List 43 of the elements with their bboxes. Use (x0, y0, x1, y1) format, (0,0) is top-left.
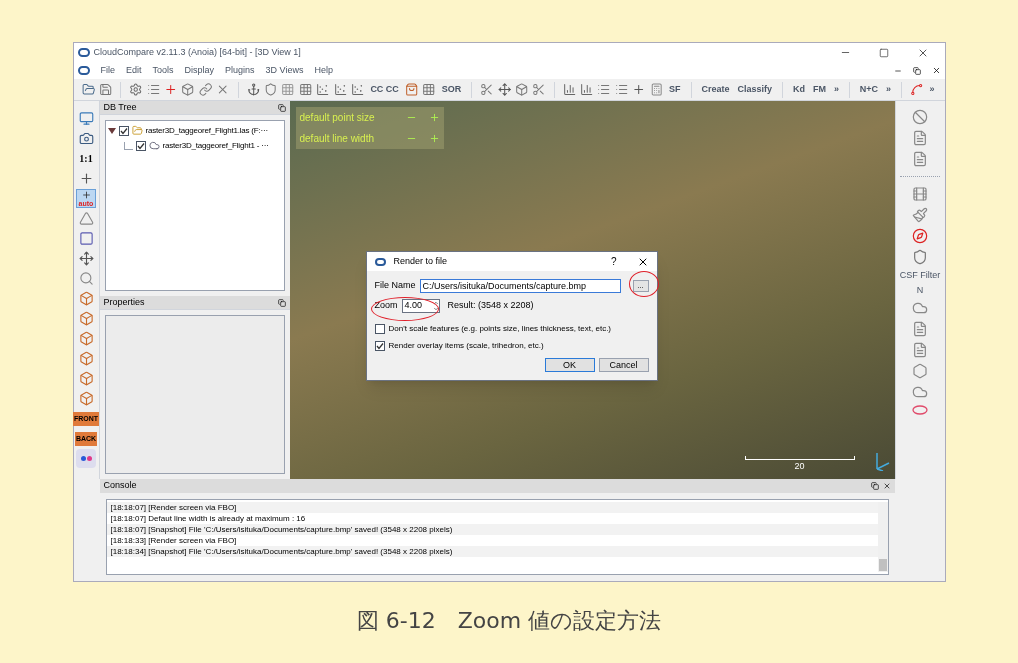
overlay-label: default point size (299, 111, 376, 125)
toolbar-button[interactable]: » (831, 84, 841, 95)
toolbar-button[interactable]: Kd (790, 84, 807, 95)
field-label: Zoom (374, 299, 398, 313)
help-button[interactable]: ? (598, 254, 629, 269)
menu-item[interactable]: Plugins (225, 63, 255, 78)
toolbar-button[interactable]: SF (667, 84, 683, 95)
toolbar-button[interactable]: » (927, 84, 937, 95)
dialog-title: Render to file (393, 254, 449, 268)
toolbar-button[interactable]: SOR (439, 84, 464, 95)
toolbar-button[interactable]: CC CC (368, 84, 401, 95)
tool-button[interactable]: 1:1 (76, 149, 96, 168)
result-text: Result: (3548 x 2208) (447, 299, 534, 313)
toolbar-button[interactable]: Classify (735, 84, 774, 95)
browse-button[interactable]: ... (632, 280, 649, 292)
toolbar-button[interactable]: FM (810, 84, 828, 95)
figure-caption: 図 6-12 Zoom 値の設定方法 (356, 607, 662, 635)
tree-item[interactable]: raster3D_taggeoref_Flight1.las (F:··· (145, 124, 268, 137)
window-title: CloudCompare v2.11.3 (Anoia) [64-bit] - [3D View 1] (93, 45, 302, 59)
checkbox-label: Don't scale features (e.g. points size, lines thickness, text, etc.) (388, 323, 611, 335)
menu-item[interactable]: Display (184, 63, 215, 78)
zoom-spinbox[interactable]: 4.00 (401, 299, 440, 313)
tool-button[interactable]: N (916, 285, 924, 295)
menu-item[interactable]: Help (314, 63, 333, 78)
tree-item[interactable]: raster3D_taggeoref_Flight1 - ··· (162, 139, 269, 152)
menu-item[interactable]: Tools (152, 63, 174, 78)
toolbar-button[interactable]: N+C (857, 84, 881, 95)
toolbar-button[interactable]: » (884, 84, 894, 95)
menu-item[interactable]: Edit (126, 63, 142, 78)
panel-title: Properties (103, 295, 145, 309)
scale-label: 20 (794, 459, 805, 473)
toolbar-button[interactable]: Create (699, 84, 732, 95)
menu-item[interactable]: 3D Views (265, 63, 304, 78)
dialog-button[interactable]: Cancel (598, 358, 649, 372)
panel-title: DB Tree (103, 100, 137, 114)
checkbox-label: Render overlay items (scale, trihedron, etc.) (388, 340, 544, 352)
tool-button[interactable]: CSF Filter (899, 270, 941, 280)
field-label: File Name (374, 279, 416, 293)
overlay-label: default line width (299, 132, 375, 146)
menu-item[interactable]: File (100, 63, 115, 78)
panel-title: Console (103, 479, 137, 493)
file-name-field[interactable]: C:/Users/isituka/Documents/capture.bmp (419, 279, 621, 293)
dialog-button[interactable]: OK (544, 358, 595, 372)
